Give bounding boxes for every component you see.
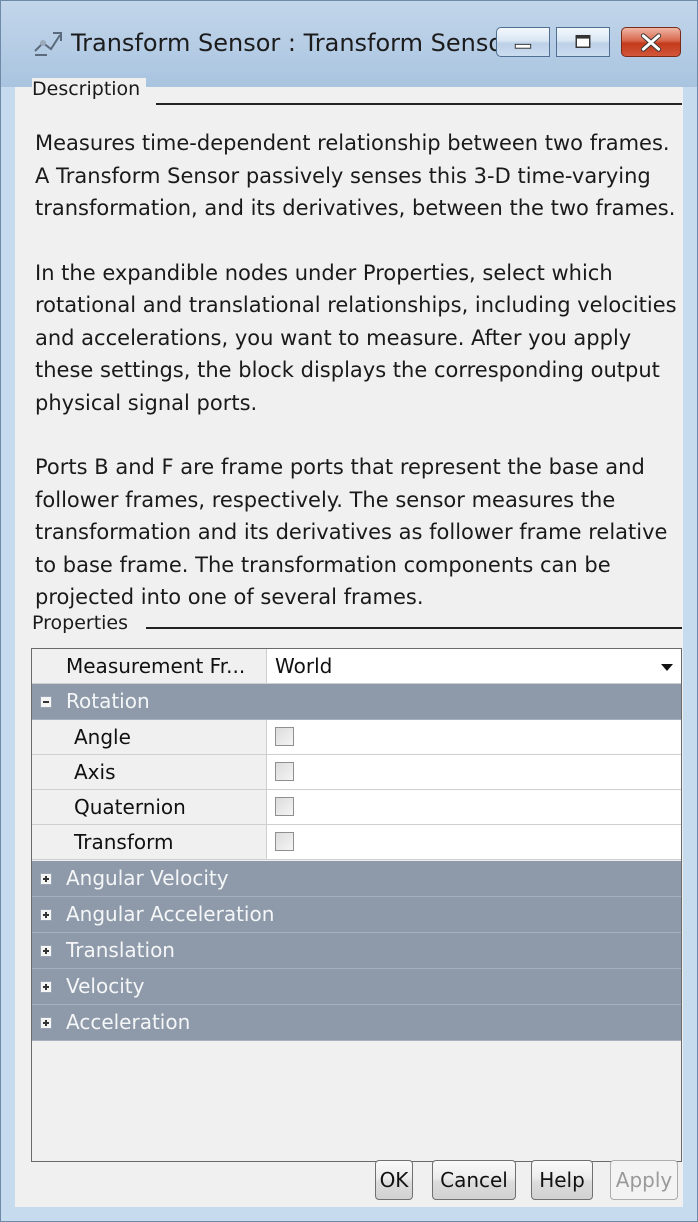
help-button[interactable]: Help [531, 1160, 593, 1200]
description-divider [156, 103, 682, 105]
measurement-frame-value: World [275, 654, 333, 678]
rotation-angle-value [267, 720, 681, 755]
maximize-button[interactable] [556, 27, 610, 57]
title-bar[interactable]: Transform Sensor : Transform Sensor [1, 1, 697, 87]
description-section-label: Description [32, 78, 147, 100]
description-paragraph: Measures time-dependent relationship bet… [35, 131, 676, 220]
rotation-quaternion-value [267, 790, 681, 825]
expand-icon[interactable] [40, 945, 52, 957]
group-angular-velocity[interactable]: Angular Velocity [32, 861, 681, 897]
expand-icon[interactable] [40, 981, 52, 993]
cancel-button[interactable]: Cancel [432, 1160, 516, 1200]
rotation-transform-label: Transform [32, 825, 267, 860]
measurement-frame-label: Measurement Fr... [32, 649, 267, 684]
minimize-icon [514, 43, 532, 49]
group-label: Acceleration [66, 1010, 191, 1034]
rotation-angle-row[interactable]: Angle [32, 720, 681, 755]
measurement-frame-row[interactable]: Measurement Fr... World [32, 649, 681, 684]
description-paragraph: In the expandible nodes under Properties… [35, 260, 677, 415]
transform-sensor-icon [34, 32, 62, 56]
group-translation[interactable]: Translation [32, 933, 681, 969]
rotation-transform-value [267, 825, 681, 860]
quaternion-checkbox[interactable] [275, 797, 294, 816]
group-acceleration[interactable]: Acceleration [32, 1005, 681, 1041]
ok-button[interactable]: OK [375, 1160, 413, 1200]
maximize-icon [575, 34, 591, 48]
expand-icon[interactable] [40, 1017, 52, 1029]
group-angular-acceleration[interactable]: Angular Acceleration [32, 897, 681, 933]
collapse-icon[interactable] [40, 696, 52, 708]
rotation-angle-label: Angle [32, 720, 267, 755]
group-rotation[interactable]: Rotation [32, 684, 681, 720]
group-velocity[interactable]: Velocity [32, 969, 681, 1005]
window-title: Transform Sensor : Transform Sensor [71, 29, 513, 57]
rotation-quaternion-label: Quaternion [32, 790, 267, 825]
rotation-axis-value [267, 755, 681, 790]
expand-icon[interactable] [40, 873, 52, 885]
chevron-down-icon[interactable] [661, 664, 673, 671]
expand-icon[interactable] [40, 909, 52, 921]
rotation-axis-row[interactable]: Axis [32, 755, 681, 790]
property-grid: Measurement Fr... World Rotation Angle A… [31, 648, 682, 1162]
close-button[interactable] [621, 27, 681, 57]
description-paragraph: Ports B and F are frame ports that repre… [35, 455, 668, 609]
rotation-transform-row[interactable]: Transform [32, 825, 681, 860]
group-label: Velocity [66, 974, 145, 998]
angle-checkbox[interactable] [275, 727, 294, 746]
properties-divider [146, 627, 682, 629]
measurement-frame-dropdown[interactable]: World [267, 649, 681, 684]
description-text: Measures time-dependent relationship bet… [35, 127, 685, 646]
apply-button[interactable]: Apply [610, 1160, 678, 1200]
group-label: Angular Velocity [66, 866, 229, 890]
group-label: Angular Acceleration [66, 902, 275, 926]
group-rotation-label: Rotation [66, 689, 150, 713]
properties-section-label: Properties [32, 612, 135, 634]
close-icon [640, 33, 662, 52]
rotation-quaternion-row[interactable]: Quaternion [32, 790, 681, 825]
axis-checkbox[interactable] [275, 762, 294, 781]
transform-checkbox[interactable] [275, 832, 294, 851]
rotation-axis-label: Axis [32, 755, 267, 790]
group-label: Translation [66, 938, 175, 962]
minimize-button[interactable] [496, 27, 550, 57]
